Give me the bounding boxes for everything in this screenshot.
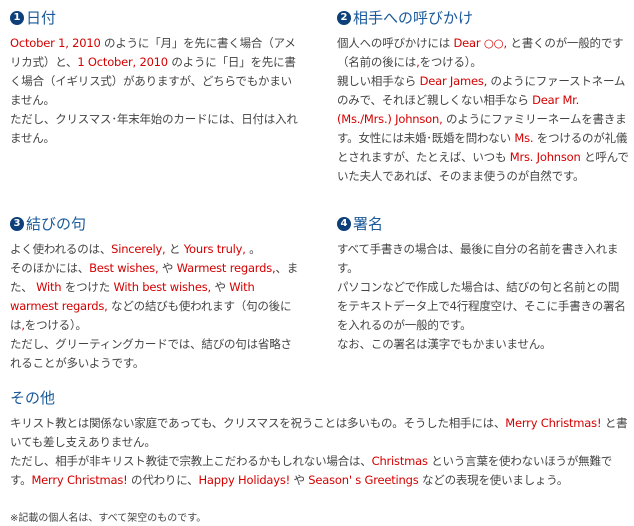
number-badge-icon: 1 (10, 11, 24, 25)
text-segment: と (165, 242, 184, 256)
paragraph: 親しい相手なら Dear James, のようにファーストネームのみで、それほど… (337, 72, 629, 186)
heading-text: その他 (10, 389, 56, 407)
english-phrase: Best wishes, (89, 261, 159, 275)
section-other: その他キリスト教とは関係ない家庭であっても、クリスマスを祝うことは多いもの。そう… (10, 388, 630, 490)
text-segment: ただし、相手が非キリスト教徒で宗教上こだわるかもしれない場合は、 (10, 454, 372, 468)
english-phrase: With best wishes, (113, 280, 212, 294)
paragraph: October 1, 2010 のように「月」を先に書く場合（アメリカ式）と、1… (10, 34, 302, 110)
english-phrase: Dear ○○, (453, 36, 507, 50)
heading-text: 相手への呼びかけ (353, 9, 474, 27)
paragraph: ただし、クリスマス･年末年始のカードには、日付は入れません。 (10, 110, 302, 148)
text-segment: よく使われるのは、 (10, 242, 112, 256)
paragraph: ただし、グリーティングカードでは、結びの句は省略されることが多いようです。 (10, 335, 302, 373)
section-date: 1 日付 October 1, 2010 のように「月」を先に書く場合（アメリカ式）… (10, 8, 302, 148)
text-segment: ただし、グリーティングカードでは、結びの句は省略されることが多いようです。 (10, 337, 292, 370)
english-phrase: With (36, 280, 62, 294)
text-segment: 親しい相手なら (337, 74, 420, 88)
section-heading: 2 相手への呼びかけ (337, 8, 629, 28)
english-phrase: Mrs. Johnson (509, 150, 581, 164)
paragraph: そのほかには、Best wishes, や Warmest regards,、ま… (10, 259, 302, 335)
section-heading: その他 (10, 388, 630, 408)
english-phrase: Warmest regards, (176, 261, 276, 275)
text-segment: などの表現を使いましょう。 (418, 473, 569, 487)
english-phrase: Merry Christmas! (505, 416, 602, 430)
section-salutation: 2 相手への呼びかけ個人への呼びかけには Dear ○○, と書くのが一般的です（… (337, 8, 629, 186)
english-phrase: Christmas (371, 454, 428, 468)
english-phrase: October 1, 2010 (10, 36, 101, 50)
text-segment: そのほかには、 (10, 261, 90, 275)
text-segment: や (158, 261, 177, 275)
paragraph: よく使われるのは、Sincerely, と Yours truly, 。 (10, 240, 302, 259)
english-phrase: Yours truly, (183, 242, 246, 256)
english-phrase: Sincerely, (111, 242, 166, 256)
text-segment: なお、この署名は漢字でもかまいません。 (337, 337, 552, 351)
text-segment: をつける）。 (419, 55, 482, 69)
number-badge-icon: 3 (10, 217, 24, 231)
number-badge-icon: 4 (337, 217, 351, 231)
text-segment: の代わりに、 (127, 473, 199, 487)
text-segment: や (211, 280, 230, 294)
section-heading: 3 結びの句 (10, 214, 302, 234)
paragraph: キリスト教とは関係ない家庭であっても、クリスマスを祝うことは多いもの。そうした相… (10, 414, 630, 452)
paragraph: なお、この署名は漢字でもかまいません。 (337, 335, 629, 354)
number-badge-icon: 2 (337, 11, 351, 25)
heading-text: 日付 (26, 9, 57, 27)
text-segment: ただし、クリスマス･年末年始のカードには、日付は入れません。 (10, 112, 298, 145)
text-segment: キリスト教とは関係ない家庭であっても、クリスマスを祝うことは多いもの。そうした相… (10, 416, 506, 430)
english-phrase: Happy Holidays! (198, 473, 291, 487)
paragraph: すべて手書きの場合は、最後に自分の名前を書き入れます。 (337, 240, 629, 278)
english-phrase: Merry Christmas! (31, 473, 128, 487)
text-segment: や (290, 473, 309, 487)
text-segment: 個人への呼びかけには (337, 36, 454, 50)
text-segment: パソコンなどで作成した場合は、結びの句と名前との間をテキストデータ上で4行程度空… (337, 280, 626, 332)
heading-text: 署名 (353, 215, 384, 233)
text-segment: をつける）。 (24, 318, 87, 332)
english-phrase: Dear James, (419, 74, 488, 88)
english-phrase: Season' s Greetings (308, 473, 419, 487)
section-heading: 4 署名 (337, 214, 629, 234)
section-closing: 3 結びの句よく使われるのは、Sincerely, と Yours truly, … (10, 214, 302, 373)
footnote: ※記載の個人名は、すべて架空のものです。 (10, 513, 207, 524)
section-signature: 4 署名すべて手書きの場合は、最後に自分の名前を書き入れます。パソコンなどで作成し… (337, 214, 629, 354)
section-heading: 1 日付 (10, 8, 302, 28)
paragraph: パソコンなどで作成した場合は、結びの句と名前との間をテキストデータ上で4行程度空… (337, 278, 629, 335)
paragraph: ただし、相手が非キリスト教徒で宗教上こだわるかもしれない場合は、Christma… (10, 452, 630, 490)
paragraph: 個人への呼びかけには Dear ○○, と書くのが一般的です（名前の後には,をつ… (337, 34, 629, 72)
english-phrase: Ms. (514, 131, 534, 145)
text-segment: すべて手書きの場合は、最後に自分の名前を書き入れます。 (337, 242, 619, 275)
heading-text: 結びの句 (26, 215, 87, 233)
text-segment: をつけた (61, 280, 114, 294)
text-segment: 。 (245, 242, 261, 256)
english-phrase: 1 October, 2010 (77, 55, 168, 69)
